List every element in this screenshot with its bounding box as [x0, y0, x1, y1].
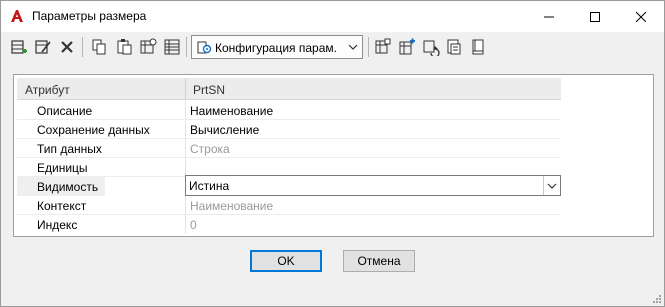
- close-button[interactable]: [618, 1, 664, 32]
- dropdown-toggle[interactable]: [543, 176, 560, 195]
- row-value: 0: [190, 218, 197, 232]
- toolbar: Конфигурация парам.: [1, 32, 664, 62]
- row-value[interactable]: Наименование: [190, 104, 273, 118]
- dialog-window: Параметры размера Конфигурация парам. Ат…: [0, 0, 665, 307]
- grid-row-data-type[interactable]: Тип данных Строка: [17, 139, 561, 158]
- grid-view-icon[interactable]: [163, 38, 181, 56]
- row-divider: [185, 139, 186, 158]
- row-label: Описание: [37, 104, 93, 118]
- window-title: Параметры размера: [32, 9, 147, 23]
- grid-row-context[interactable]: Контекст Наименование: [17, 196, 561, 215]
- row-label: Тип данных: [37, 142, 102, 156]
- ok-button[interactable]: OK: [250, 250, 322, 272]
- row-label: Индекс: [37, 218, 78, 232]
- config-icon: [197, 41, 212, 54]
- cancel-button[interactable]: Отмена: [343, 250, 415, 272]
- grid-row-data-storage[interactable]: Сохранение данных Вычисление: [17, 120, 561, 139]
- grid-row-description[interactable]: Описание Наименование: [17, 101, 561, 120]
- maximize-button[interactable]: [572, 1, 618, 32]
- chevron-down-icon: [547, 183, 557, 189]
- properties-icon[interactable]: [139, 38, 157, 56]
- close-icon: [636, 11, 646, 22]
- autocad-logo-icon: [11, 10, 23, 22]
- chevron-down-icon: [348, 44, 358, 50]
- refresh-icon[interactable]: [422, 38, 440, 56]
- header-divider: [185, 78, 186, 100]
- minimize-icon: [544, 16, 554, 17]
- resize-grip-icon[interactable]: [652, 294, 662, 304]
- row-divider: [185, 215, 186, 234]
- parameter-add-icon[interactable]: [398, 38, 416, 56]
- export-icon[interactable]: [445, 38, 463, 56]
- parameter-icon[interactable]: [374, 38, 392, 56]
- grid-header: Атрибут PrtSN: [17, 78, 561, 100]
- title-bar: Параметры размера: [1, 1, 664, 32]
- parameter-grid: Атрибут PrtSN Описание Наименование Сохр…: [13, 74, 654, 237]
- minimize-button[interactable]: [526, 1, 572, 32]
- toolbar-separator: [82, 37, 83, 57]
- toolbar-separator: [186, 37, 187, 57]
- row-label: Сохранение данных: [37, 123, 150, 137]
- add-row-icon[interactable]: [10, 38, 28, 56]
- row-label: Единицы: [37, 161, 88, 175]
- row-divider: [185, 196, 186, 215]
- grid-row-index[interactable]: Индекс 0: [17, 215, 561, 234]
- book-icon[interactable]: [469, 38, 487, 56]
- header-value: PrtSN: [193, 83, 226, 97]
- visibility-dropdown[interactable]: Истина: [185, 175, 561, 196]
- row-label: Видимость: [37, 180, 99, 194]
- row-label: Контекст: [37, 199, 87, 213]
- configuration-label: Конфигурация парам.: [215, 41, 337, 55]
- configuration-combobox[interactable]: Конфигурация парам.: [191, 35, 363, 59]
- delete-icon[interactable]: [58, 38, 76, 56]
- row-value[interactable]: Вычисление: [190, 123, 259, 137]
- visibility-value: Истина: [189, 179, 230, 193]
- row-value: Строка: [190, 142, 230, 156]
- maximize-icon: [590, 11, 600, 22]
- row-divider: [185, 120, 186, 139]
- row-value: Наименование: [190, 199, 274, 213]
- row-divider: [185, 101, 186, 120]
- paste-icon[interactable]: [115, 38, 133, 56]
- copy-icon[interactable]: [90, 38, 108, 56]
- header-attribute: Атрибут: [25, 83, 70, 97]
- toolbar-separator: [368, 37, 369, 57]
- edit-row-icon[interactable]: [34, 38, 52, 56]
